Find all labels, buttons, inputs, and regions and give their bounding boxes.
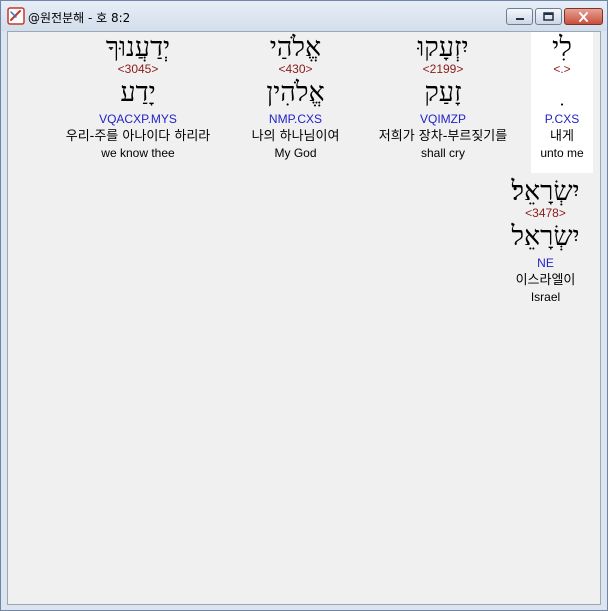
english-gloss: unto me <box>540 146 584 160</box>
hebrew-word: יִשְׂרָאֵל׃ <box>511 176 580 206</box>
english-gloss: shall cry <box>420 146 465 160</box>
english-gloss: Israel <box>530 290 561 304</box>
maximize-icon <box>543 12 554 21</box>
strong-number[interactable]: <3045> <box>38 62 238 77</box>
lemma-word: אֱלֹהִין <box>266 77 325 107</box>
maximize-button[interactable] <box>535 8 562 25</box>
lemma-word: יִשְׂרָאֵל <box>511 221 580 251</box>
english-gloss: My God <box>274 146 317 160</box>
korean-gloss: 이스라엘이 <box>515 273 576 288</box>
hebrew-word: אֱלֹהַי <box>269 32 322 62</box>
korean-gloss: 우리-주를 아나이다 하리라 <box>65 129 211 144</box>
strong-number[interactable]: <430> <box>233 62 358 77</box>
word-unit-yisrael[interactable]: יִשְׂרָאֵל׃ <3478> יִשְׂרָאֵל NE 이스라엘이 I… <box>493 176 598 317</box>
hebrew-word: יִזְעָקוּ <box>417 32 469 62</box>
minimize-button[interactable] <box>506 8 533 25</box>
hebrew-word: יְדַעֲנוּךָ <box>105 32 171 62</box>
lemma-word: יָדַע <box>120 77 156 107</box>
english-gloss: we know thee <box>101 146 175 160</box>
close-icon <box>579 11 588 22</box>
lemma-word: ִ <box>531 77 593 111</box>
strong-number[interactable]: <2199> <box>358 62 528 77</box>
lemma-word: זָעַק <box>424 77 462 107</box>
korean-gloss: 내게 <box>550 129 574 144</box>
parsing-code: NE <box>537 256 554 270</box>
title-bar[interactable]: @원전분해 - 호 8:2 <box>1 1 607 31</box>
close-button[interactable] <box>564 8 603 25</box>
word-unit-li[interactable]: לִי <.> ִ P.CXS 내게 unto me <box>531 32 593 173</box>
app-icon <box>7 7 25 25</box>
parsing-code: NMP.CXS <box>268 112 323 126</box>
interlinear-panel: לִי <.> ִ P.CXS 내게 unto me יִזְעָקוּ <21… <box>7 31 601 605</box>
strong-number[interactable]: <.> <box>531 62 593 77</box>
parsing-code: P.CXS <box>544 112 580 126</box>
korean-gloss: 저희가 장차-부르짖기를 <box>378 129 508 144</box>
word-unit-yedaanucha[interactable]: יְדַעֲנוּךָ <3045> יָדַע VQACXP.MYS 우리-주… <box>38 32 238 173</box>
strong-number[interactable]: <3478> <box>493 206 598 221</box>
hebrew-word: לִי <box>552 32 572 62</box>
minimize-icon <box>515 17 524 20</box>
window-title: @원전분해 - 호 8:2 <box>28 11 131 25</box>
word-unit-yizaqu[interactable]: יִזְעָקוּ <2199> זָעַק VQIMZP 저희가 장차-부르짖… <box>358 32 528 173</box>
app-window: @원전분해 - 호 8:2 לִי <.> ִ P.CXS 내게 unto me <box>0 0 608 611</box>
parsing-code: VQIMZP <box>419 112 466 126</box>
korean-gloss: 나의 하나님이여 <box>251 129 340 144</box>
parsing-code: VQACXP.MYS <box>99 112 177 126</box>
word-unit-elohai[interactable]: אֱלֹהַי <430> אֱלֹהִין NMP.CXS 나의 하나님이여 … <box>233 32 358 173</box>
